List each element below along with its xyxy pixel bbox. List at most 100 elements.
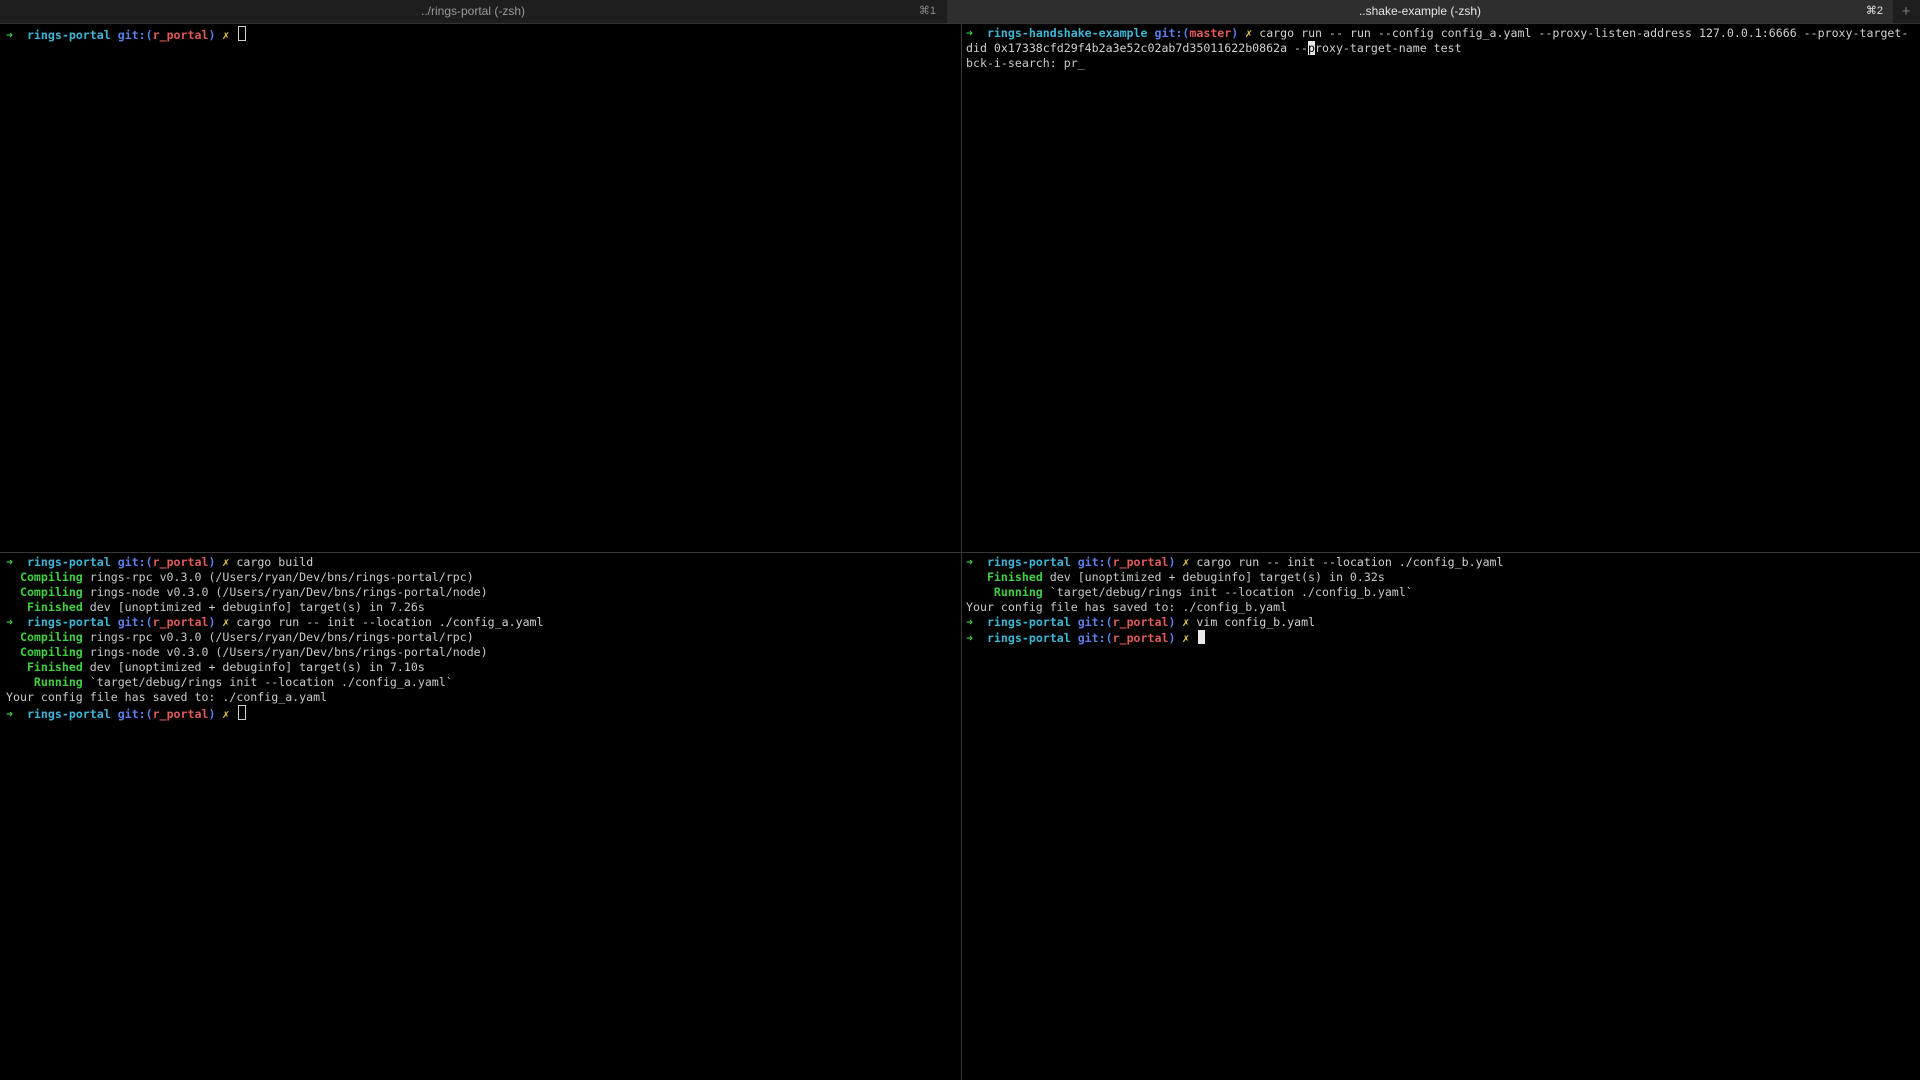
- prompt-arrow-icon: ➜: [966, 555, 973, 569]
- prompt-git-label: git:(: [117, 555, 153, 569]
- terminal-cursor: [238, 705, 247, 720]
- terminal-cursor: [238, 26, 247, 41]
- output-text: dev [unoptimized + debuginfo] target(s) …: [1049, 570, 1385, 584]
- dirty-mark-icon: ✗: [222, 707, 230, 721]
- tab-bar: ../rings-portal (-zsh) ⌘1 ..shake-exampl…: [0, 0, 1920, 24]
- prompt-arrow-icon: ➜: [6, 707, 13, 721]
- output-text: rings-node v0.3.0 (/Users/ryan/Dev/bns/r…: [89, 585, 488, 599]
- prompt-git-label: git:(: [117, 28, 153, 42]
- command-text: cargo build: [236, 555, 314, 569]
- prompt-git-close: ): [1168, 631, 1176, 645]
- prompt-line: ➜ rings-handshake-example git:(master) ✗…: [966, 26, 1916, 41]
- status-label: Finished: [26, 600, 83, 614]
- prompt-directory: rings-portal: [986, 631, 1071, 645]
- prompt-directory: rings-portal: [986, 555, 1071, 569]
- prompt-git-close: ): [1231, 26, 1239, 40]
- output-line: Compiling rings-rpc v0.3.0 (/Users/ryan/…: [6, 570, 956, 585]
- new-tab-button[interactable]: +: [1896, 0, 1916, 23]
- reverse-search-line: bck-i-search: pr_: [966, 56, 1085, 70]
- command-text: cargo run -- run --config config_a.yaml …: [1259, 26, 1909, 40]
- prompt-git-label: git:(: [1077, 631, 1113, 645]
- terminal-pane-top-right[interactable]: ➜ rings-handshake-example git:(master) ✗…: [966, 26, 1916, 550]
- output-line: Finished dev [unoptimized + debuginfo] t…: [6, 660, 956, 675]
- prompt-branch: r_portal: [1112, 631, 1169, 645]
- dirty-mark-icon: ✗: [1182, 555, 1190, 569]
- output-line: Compiling rings-node v0.3.0 (/Users/ryan…: [6, 585, 956, 600]
- prompt-line: ➜ rings-portal git:(r_portal) ✗: [6, 26, 956, 42]
- output-line: Compiling rings-node v0.3.0 (/Users/ryan…: [6, 645, 956, 660]
- prompt-git-close: ): [208, 28, 216, 42]
- prompt-branch: r_portal: [152, 615, 209, 629]
- command-text: vim config_b.yaml: [1196, 615, 1316, 629]
- prompt-arrow-icon: ➜: [966, 26, 973, 40]
- tab-shortcut: ⌘1: [918, 5, 936, 17]
- output-text: rings-rpc v0.3.0 (/Users/ryan/Dev/bns/ri…: [89, 630, 474, 644]
- prompt-line: ➜ rings-portal git:(r_portal) ✗: [966, 630, 1916, 645]
- prompt-directory: rings-portal: [986, 615, 1071, 629]
- tab-title: ../rings-portal (-zsh): [420, 4, 526, 18]
- prompt-directory: rings-portal: [26, 707, 111, 721]
- prompt-branch: r_portal: [1112, 555, 1169, 569]
- prompt-arrow-icon: ➜: [6, 28, 13, 42]
- terminal-pane-top-left[interactable]: ➜ rings-portal git:(r_portal) ✗: [6, 26, 956, 550]
- prompt-git-close: ): [208, 555, 216, 569]
- terminal-cursor: p: [1308, 41, 1316, 55]
- terminal-cursor: [1198, 630, 1206, 644]
- prompt-git-label: git:(: [117, 707, 153, 721]
- status-label: Running: [993, 585, 1043, 599]
- prompt-branch: master: [1189, 26, 1232, 40]
- prompt-branch: r_portal: [152, 28, 209, 42]
- prompt-directory: rings-portal: [26, 555, 111, 569]
- terminal-pane-bottom-left[interactable]: ➜ rings-portal git:(r_portal) ✗ cargo bu…: [6, 555, 956, 1077]
- prompt-arrow-icon: ➜: [966, 615, 973, 629]
- prompt-line: ➜ rings-portal git:(r_portal) ✗: [6, 705, 956, 721]
- output-text: rings-node v0.3.0 (/Users/ryan/Dev/bns/r…: [89, 645, 488, 659]
- dirty-mark-icon: ✗: [222, 555, 230, 569]
- dirty-mark-icon: ✗: [222, 615, 230, 629]
- tab-shake-example[interactable]: ..shake-example (-zsh) ⌘2: [947, 0, 1893, 23]
- command-text: cargo run -- init --location ./config_a.…: [236, 615, 544, 629]
- prompt-line: ➜ rings-portal git:(r_portal) ✗ cargo ru…: [966, 555, 1916, 570]
- output-line: Your config file has saved to: ./config_…: [6, 690, 328, 704]
- prompt-directory: rings-handshake-example: [986, 26, 1148, 40]
- prompt-branch: r_portal: [1112, 615, 1169, 629]
- prompt-line: ➜ rings-portal git:(r_portal) ✗ cargo bu…: [6, 555, 956, 570]
- dirty-mark-icon: ✗: [1182, 631, 1190, 645]
- prompt-arrow-icon: ➜: [6, 615, 13, 629]
- pane-divider-horizontal[interactable]: [0, 552, 1920, 553]
- prompt-git-label: git:(: [1077, 555, 1113, 569]
- prompt-git-label: git:(: [117, 615, 153, 629]
- prompt-directory: rings-portal: [26, 615, 111, 629]
- output-line: Finished dev [unoptimized + debuginfo] t…: [966, 570, 1916, 585]
- output-text: `target/debug/rings init --location ./co…: [89, 675, 453, 689]
- prompt-directory: rings-portal: [26, 28, 111, 42]
- prompt-git-close: ): [208, 615, 216, 629]
- dirty-mark-icon: ✗: [1182, 615, 1190, 629]
- prompt-git-label: git:(: [1154, 26, 1190, 40]
- status-label: Compiling: [19, 645, 83, 659]
- tab-title: ..shake-example (-zsh): [1358, 4, 1482, 18]
- output-text: dev [unoptimized + debuginfo] target(s) …: [89, 660, 425, 674]
- tab-shortcut: ⌘2: [1865, 5, 1883, 17]
- terminal-pane-bottom-right[interactable]: ➜ rings-portal git:(r_portal) ✗ cargo ru…: [966, 555, 1916, 1077]
- prompt-arrow-icon: ➜: [966, 631, 973, 645]
- prompt-line: ➜ rings-portal git:(r_portal) ✗ cargo ru…: [6, 615, 956, 630]
- output-text: `target/debug/rings init --location ./co…: [1049, 585, 1413, 599]
- output-line: Finished dev [unoptimized + debuginfo] t…: [6, 600, 956, 615]
- tab-rings-portal[interactable]: ../rings-portal (-zsh) ⌘1: [0, 0, 946, 23]
- status-label: Compiling: [19, 630, 83, 644]
- command-continuation: did 0x17338cfd29f4b2a3e52c02ab7d35011622…: [966, 41, 1916, 56]
- status-label: Compiling: [19, 585, 83, 599]
- output-line: Your config file has saved to: ./config_…: [966, 600, 1288, 614]
- command-text: cargo run -- init --location ./config_b.…: [1196, 555, 1504, 569]
- dirty-mark-icon: ✗: [222, 28, 230, 42]
- prompt-git-close: ): [1168, 555, 1176, 569]
- status-label: Finished: [986, 570, 1043, 584]
- prompt-line: ➜ rings-portal git:(r_portal) ✗ vim conf…: [966, 615, 1916, 630]
- output-line: Running `target/debug/rings init --locat…: [966, 585, 1916, 600]
- output-line: Running `target/debug/rings init --locat…: [6, 675, 956, 690]
- dirty-mark-icon: ✗: [1245, 26, 1253, 40]
- status-label: Compiling: [19, 570, 83, 584]
- output-text: rings-rpc v0.3.0 (/Users/ryan/Dev/bns/ri…: [89, 570, 474, 584]
- prompt-branch: r_portal: [152, 555, 209, 569]
